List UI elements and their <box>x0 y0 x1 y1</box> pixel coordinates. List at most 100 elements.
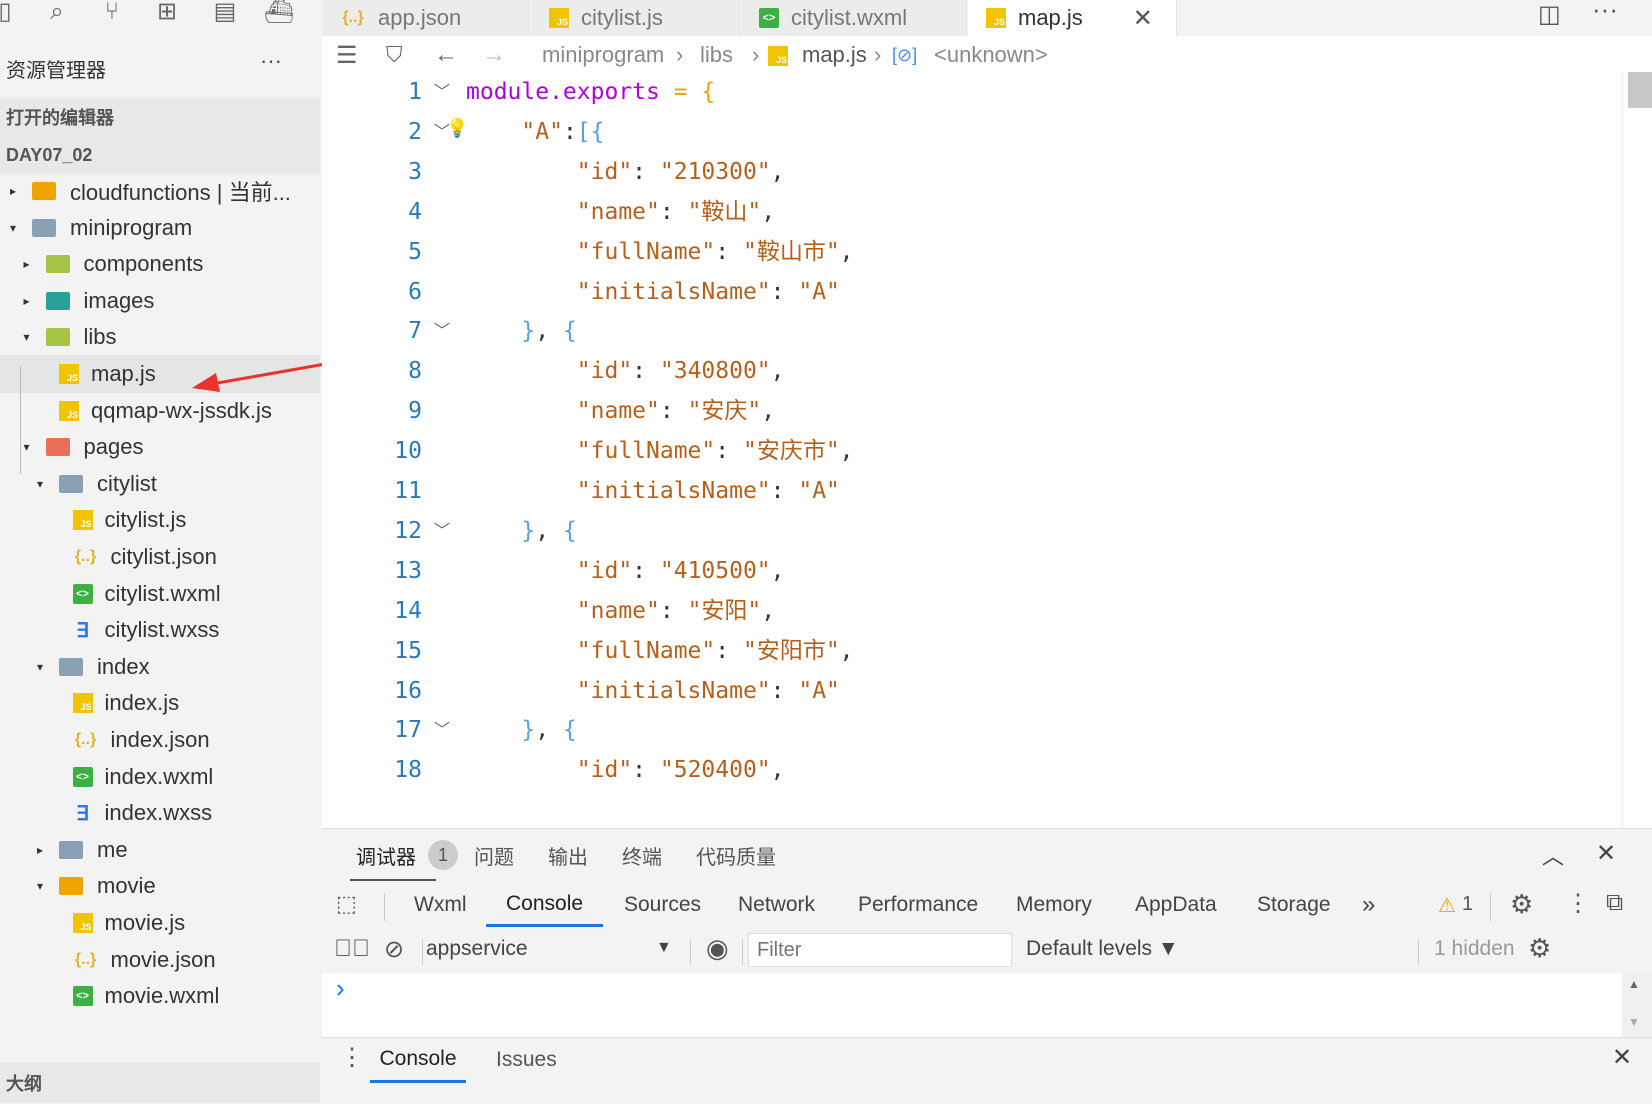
tree-item[interactable]: <> index.wxml <box>0 758 320 796</box>
breadcrumb-miniprogram[interactable]: miniprogram <box>542 42 664 68</box>
chevron-right-icon[interactable]: ▸ <box>20 257 34 271</box>
scroll-down-icon[interactable]: ▼ <box>1628 1015 1640 1029</box>
chevron-down-icon[interactable]: ▾ <box>33 477 47 491</box>
source-control-icon[interactable]: ⑂ <box>95 0 129 28</box>
fold-chevron-icon[interactable]: ﹀ <box>434 710 450 750</box>
drawer-tab-issues[interactable]: Issues <box>496 1037 557 1083</box>
scrollbar-thumb[interactable] <box>1628 72 1652 108</box>
chevron-right-icon[interactable]: ▸ <box>20 294 34 308</box>
clear-console-icon[interactable]: ⊘ <box>384 935 404 964</box>
explorer-more-icon[interactable]: ··· <box>260 48 282 74</box>
tree-item[interactable]: <> citylist.wxml <box>0 575 320 613</box>
code-line[interactable]: 15 "fullName": "安阳市", <box>322 631 1622 671</box>
tree-item[interactable]: ▸ cloudfunctions | 当前... <box>0 172 320 210</box>
code-line[interactable]: 5 "fullName": "鞍山市", <box>322 232 1622 272</box>
code-line[interactable]: 10 "fullName": "安庆市", <box>322 431 1622 471</box>
files-icon[interactable]: ▯ <box>0 0 22 28</box>
console-output[interactable] <box>322 973 1622 1037</box>
code-line[interactable]: 17 ﹀ }, { <box>322 710 1622 750</box>
devtools-tab-storage[interactable]: Storage <box>1257 883 1331 927</box>
breadcrumb-mapjs[interactable]: map.js <box>802 42 867 68</box>
tab-output[interactable]: 输出 <box>548 829 588 881</box>
scroll-up-icon[interactable]: ▲ <box>1628 977 1640 991</box>
drawer-tab-console[interactable]: Console <box>370 1037 466 1083</box>
code-line[interactable]: 7 ﹀ }, { <box>322 311 1622 351</box>
code-line[interactable]: 4 "name": "鞍山", <box>322 192 1622 232</box>
chevron-down-icon[interactable]: ▾ <box>6 221 20 235</box>
tree-item[interactable]: ∃ citylist.wxss <box>0 611 320 649</box>
forward-arrow-icon[interactable]: → <box>482 41 506 69</box>
chevron-down-icon[interactable]: ▾ <box>20 440 34 454</box>
code-area[interactable]: 1 ﹀ module.exports = {2 ﹀ "A":[{3 "id": "21… <box>322 72 1622 828</box>
devtools-tab-wxml[interactable]: Wxml <box>414 883 466 927</box>
project-header[interactable]: DAY07_02 <box>0 136 320 174</box>
extensions-icon[interactable]: ⊞ <box>150 0 184 28</box>
code-line[interactable]: 14 "name": "安阳", <box>322 591 1622 631</box>
back-arrow-icon[interactable]: ← <box>434 41 458 69</box>
log-levels-dropdown[interactable]: Default levels ▼ <box>1026 937 1179 961</box>
close-panel-icon[interactable]: ✕ <box>1596 839 1616 868</box>
tree-item[interactable]: ▸ components <box>0 245 320 283</box>
devtools-tab-memory[interactable]: Memory <box>1016 883 1092 927</box>
code-line[interactable]: 3 "id": "210300", <box>322 152 1622 192</box>
tab-code-quality[interactable]: 代码质量 <box>696 829 776 881</box>
code-line[interactable]: 16 "initialsName": "A" <box>322 671 1622 711</box>
context-selector[interactable]: appservice <box>426 937 528 961</box>
inspect-element-icon[interactable]: ⬚ <box>336 891 357 917</box>
chevron-right-icon[interactable]: ▸ <box>33 843 47 857</box>
open-editors-header[interactable]: 打开的编辑器 <box>0 98 320 136</box>
devtools-tab-network[interactable]: Network <box>738 883 815 927</box>
devtools-tab-performance[interactable]: Performance <box>858 883 978 927</box>
chevron-down-icon[interactable]: ▾ <box>33 879 47 893</box>
undock-icon[interactable]: ⧉ <box>1606 889 1623 917</box>
filter-input[interactable] <box>748 933 1012 967</box>
save-icon[interactable]: ▤ <box>208 0 242 28</box>
tab-app-json[interactable]: {..} app.json <box>322 0 530 36</box>
code-line[interactable]: 13 "id": "410500", <box>322 551 1622 591</box>
close-drawer-icon[interactable]: ✕ <box>1612 1043 1632 1072</box>
split-editor-icon[interactable]: ◫ <box>1538 0 1561 29</box>
code-line[interactable]: 6 "initialsName": "A" <box>322 272 1622 312</box>
devtools-tab-sources[interactable]: Sources <box>624 883 701 927</box>
code-line[interactable]: 8 "id": "340800", <box>322 351 1622 391</box>
fold-chevron-icon[interactable]: ﹀ <box>434 511 450 551</box>
code-line[interactable]: 9 "name": "安庆", <box>322 391 1622 431</box>
tree-item[interactable]: ∃ index.wxss <box>0 794 320 832</box>
tree-item[interactable]: JS qqmap-wx-jssdk.js <box>0 392 320 430</box>
devtools-tab-appdata[interactable]: AppData <box>1135 883 1217 927</box>
breadcrumb-libs[interactable]: libs <box>700 42 733 68</box>
tab-debugger[interactable]: 调试器 1 <box>356 829 458 881</box>
code-line[interactable]: 11 "initialsName": "A" <box>322 471 1622 511</box>
kebab-menu-icon[interactable]: ⋮ <box>1566 889 1590 918</box>
more-actions-icon[interactable]: ··· <box>1592 0 1618 25</box>
drawer-menu-icon[interactable]: ⋮ <box>340 1043 364 1072</box>
tab-problems[interactable]: 问题 <box>474 829 514 881</box>
tree-item[interactable]: ▾ pages <box>0 428 320 466</box>
tree-item[interactable]: ▾ index <box>0 648 320 686</box>
chevron-up-icon[interactable]: ︿ <box>1542 839 1564 871</box>
outline-list-icon[interactable]: ☰ <box>336 41 358 70</box>
tab-citylist-wxml[interactable]: <> citylist.wxml <box>741 0 967 36</box>
tree-item[interactable]: {..} movie.json <box>0 941 320 979</box>
fold-chevron-icon[interactable]: ﹀ <box>434 311 450 351</box>
warning-icon[interactable]: ⚠ <box>1438 893 1456 918</box>
tree-item[interactable]: ▾ miniprogram <box>0 209 320 247</box>
breadcrumb-symbol[interactable]: <unknown> <box>934 42 1048 68</box>
tree-item[interactable]: <> movie.wxml <box>0 977 320 1015</box>
eye-icon[interactable]: ◉ <box>706 933 729 964</box>
code-line[interactable]: 18 "id": "520400", <box>322 750 1622 790</box>
chevron-down-icon[interactable]: ▾ <box>33 660 47 674</box>
sidebar-toggle-icon[interactable]: ▷⃞ <box>334 935 370 963</box>
tree-item[interactable]: JS index.js <box>0 684 320 722</box>
tab-map-js[interactable]: JS map.js ✕ <box>968 0 1177 36</box>
tree-item[interactable]: ▾ movie <box>0 867 320 905</box>
tab-terminal[interactable]: 终端 <box>622 829 662 881</box>
tree-item[interactable]: JS citylist.js <box>0 501 320 539</box>
close-tab-icon[interactable]: ✕ <box>1133 4 1153 33</box>
outline-header[interactable]: 大纲 <box>0 1062 320 1103</box>
code-line[interactable]: 12 ﹀ }, { <box>322 511 1622 551</box>
tree-item[interactable]: JS movie.js <box>0 904 320 942</box>
fold-chevron-icon[interactable]: ﹀ <box>434 72 450 112</box>
tree-item[interactable]: ▸ me <box>0 831 320 869</box>
tree-item[interactable]: ▾ citylist <box>0 465 320 503</box>
